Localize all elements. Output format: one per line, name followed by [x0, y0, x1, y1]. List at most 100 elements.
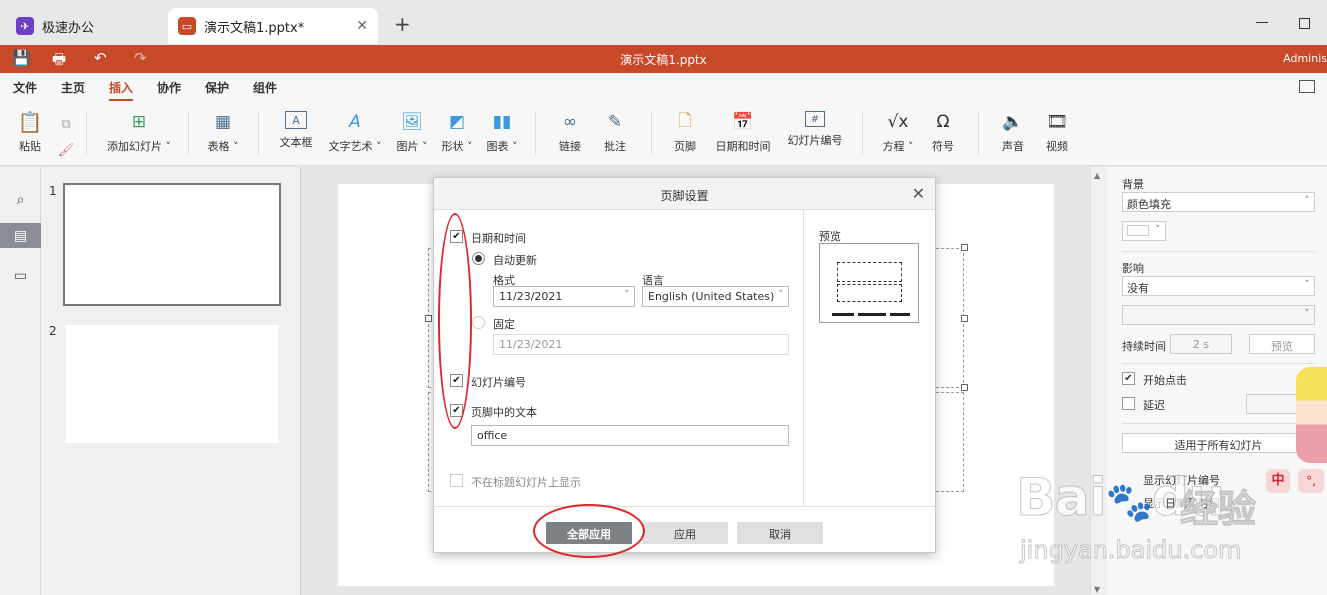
comments-icon[interactable]: ▭ — [8, 263, 33, 288]
shape-button[interactable]: ◩ 形状 ˅ — [438, 111, 476, 154]
resize-handle[interactable] — [961, 244, 968, 251]
add-slide-button[interactable]: ⊞ 添加幻灯片 ˅ — [104, 111, 174, 154]
slide-thumbnail[interactable] — [66, 325, 278, 443]
background-select[interactable]: 颜色填充 ˅ — [1122, 192, 1315, 212]
copy-icon: ⧉ — [61, 116, 71, 132]
close-icon[interactable]: ✕ — [912, 184, 925, 203]
exit-icon[interactable] — [1299, 80, 1315, 93]
start-on-click-checkbox[interactable]: ✔ — [1122, 372, 1135, 385]
resize-handle[interactable] — [961, 384, 968, 391]
wordart-button[interactable]: A 文字艺术 ˅ — [326, 111, 384, 154]
equation-button[interactable]: √x 方程 ˅ — [880, 111, 916, 154]
slide-thumbnails: 1 2 — [41, 167, 301, 595]
comment-label: 批注 — [604, 140, 626, 153]
comment-button[interactable]: ✎ 批注 — [600, 111, 630, 154]
tab-label: 演示文稿1.pptx* — [204, 20, 305, 36]
hide-on-title-checkbox[interactable] — [450, 474, 463, 487]
menu-protect[interactable]: 保护 — [205, 79, 229, 96]
auto-update-radio[interactable] — [472, 252, 485, 265]
fixed-radio[interactable] — [472, 316, 485, 329]
equation-label: 方程 — [882, 140, 905, 153]
browser-tab-document[interactable]: ▭ 演示文稿1.pptx* ✕ — [168, 8, 378, 44]
video-label: 视频 — [1046, 140, 1068, 153]
ribbon-separator — [862, 111, 863, 155]
cancel-button[interactable]: 取消 — [737, 522, 823, 544]
slide-number-button[interactable]: # 幻灯片编号 — [786, 111, 844, 148]
resize-handle[interactable] — [961, 315, 968, 322]
calendar-icon: 📅 — [732, 112, 754, 132]
ribbon-separator — [188, 111, 189, 155]
maximize-icon[interactable] — [1299, 18, 1310, 29]
chart-button[interactable]: ▮▮ 图表 ˅ — [483, 111, 521, 154]
preview-button[interactable]: 预览 — [1249, 334, 1315, 354]
footer-button[interactable]: 🗋 页脚 — [670, 111, 700, 154]
scroll-down-icon[interactable]: ▼ — [1094, 585, 1100, 594]
close-tab-icon[interactable]: ✕ — [356, 18, 368, 34]
format-select[interactable]: 11/23/2021 ˅ — [493, 286, 635, 307]
menu-bar: 文件 主页 插入 协作 保护 组件 — [0, 73, 1327, 101]
color-picker[interactable]: ˅ — [1122, 221, 1166, 241]
clipboard-icon: 📋 — [17, 110, 43, 134]
browser-tab-home[interactable]: ✈ 极速办公 — [6, 8, 156, 44]
menu-home[interactable]: 主页 — [61, 79, 85, 96]
apply-all-slides-button[interactable]: 适用于所有幻灯片 — [1122, 433, 1315, 453]
link-button[interactable]: ∞ 链接 — [555, 111, 585, 154]
search-icon[interactable]: ⌕ — [8, 187, 33, 212]
fixed-date-input[interactable]: 11/23/2021 — [493, 334, 789, 355]
preview-footer-bar — [858, 313, 886, 316]
textbox-button[interactable]: A 文本框 — [278, 111, 314, 150]
watermark-url: jingyan.baidu.com — [1019, 536, 1242, 565]
divider — [1122, 423, 1315, 424]
resize-handle[interactable] — [425, 315, 432, 322]
effect-type-select[interactable]: ˅ — [1122, 305, 1315, 325]
copy-button[interactable]: ⧉ — [54, 113, 74, 140]
wordart-icon: A — [349, 112, 361, 132]
format-painter-button[interactable]: 🖌 — [54, 139, 75, 166]
ribbon-separator — [535, 111, 536, 155]
slide-number: 1 — [49, 184, 57, 198]
audio-button[interactable]: 🔈 声音 — [998, 111, 1028, 154]
preview-button-label: 预览 — [1271, 340, 1293, 353]
user-name[interactable]: Adminis — [1283, 52, 1327, 65]
duration-input[interactable]: 2 s — [1170, 334, 1232, 354]
title-bar: 💾 🖶 ↶ ↷ 演示文稿1.pptx Adminis — [0, 45, 1327, 73]
slides-panel-icon[interactable]: ▤ — [0, 223, 41, 248]
menu-file[interactable]: 文件 — [13, 79, 37, 96]
paste-button[interactable]: 📋 粘贴 — [12, 110, 48, 154]
apply-all-slides-label: 适用于所有幻灯片 — [1174, 439, 1263, 452]
ime-badge[interactable]: 中 — [1266, 469, 1290, 493]
table-button[interactable]: ▦ 表格 ˅ — [205, 111, 241, 154]
datetime-button[interactable]: 📅 日期和时间 — [713, 111, 773, 154]
new-tab-button[interactable]: + — [394, 12, 411, 36]
preview-date-bar — [832, 313, 854, 316]
language-select[interactable]: English (United States) ˅ — [642, 286, 789, 307]
paste-label: 粘贴 — [19, 140, 41, 153]
delay-checkbox[interactable] — [1122, 397, 1135, 410]
picture-button[interactable]: 🖼 图片 ˅ — [393, 111, 431, 154]
menu-plugins[interactable]: 组件 — [253, 79, 277, 96]
minimize-icon[interactable] — [1256, 22, 1268, 23]
chevron-down-icon: ˅ — [1304, 309, 1310, 319]
menu-collaborate[interactable]: 协作 — [157, 79, 181, 96]
apply-button[interactable]: 应用 — [642, 522, 728, 544]
slide-thumbnail[interactable] — [63, 183, 281, 306]
footer-text-label: 页脚中的文本 — [471, 406, 537, 419]
shape-icon: ◩ — [448, 112, 466, 132]
scroll-up-icon[interactable]: ▲ — [1094, 171, 1100, 180]
color-swatch — [1127, 225, 1149, 236]
ime-punct-badge[interactable]: °, — [1298, 469, 1324, 493]
hide-on-title-label: 不在标题幻灯片上显示 — [471, 476, 581, 489]
effect-select[interactable]: 没有 ˅ — [1122, 276, 1315, 296]
symbol-button[interactable]: Ω 符号 — [928, 111, 958, 154]
datetime-label: 日期和时间 — [471, 232, 526, 245]
footer-text-input[interactable]: office — [471, 425, 789, 446]
textbox-label: 文本框 — [279, 136, 313, 149]
divider — [1122, 251, 1315, 252]
menu-insert[interactable]: 插入 — [109, 79, 134, 101]
film-icon: 🎞 — [1046, 112, 1068, 132]
effect-label: 影响 — [1122, 262, 1144, 275]
preview-title-frame — [837, 262, 902, 282]
vertical-scrollbar[interactable]: ▲ ▼ — [1090, 167, 1106, 595]
slide-number-label: 幻灯片编号 — [471, 376, 526, 389]
video-button[interactable]: 🎞 视频 — [1042, 111, 1072, 154]
